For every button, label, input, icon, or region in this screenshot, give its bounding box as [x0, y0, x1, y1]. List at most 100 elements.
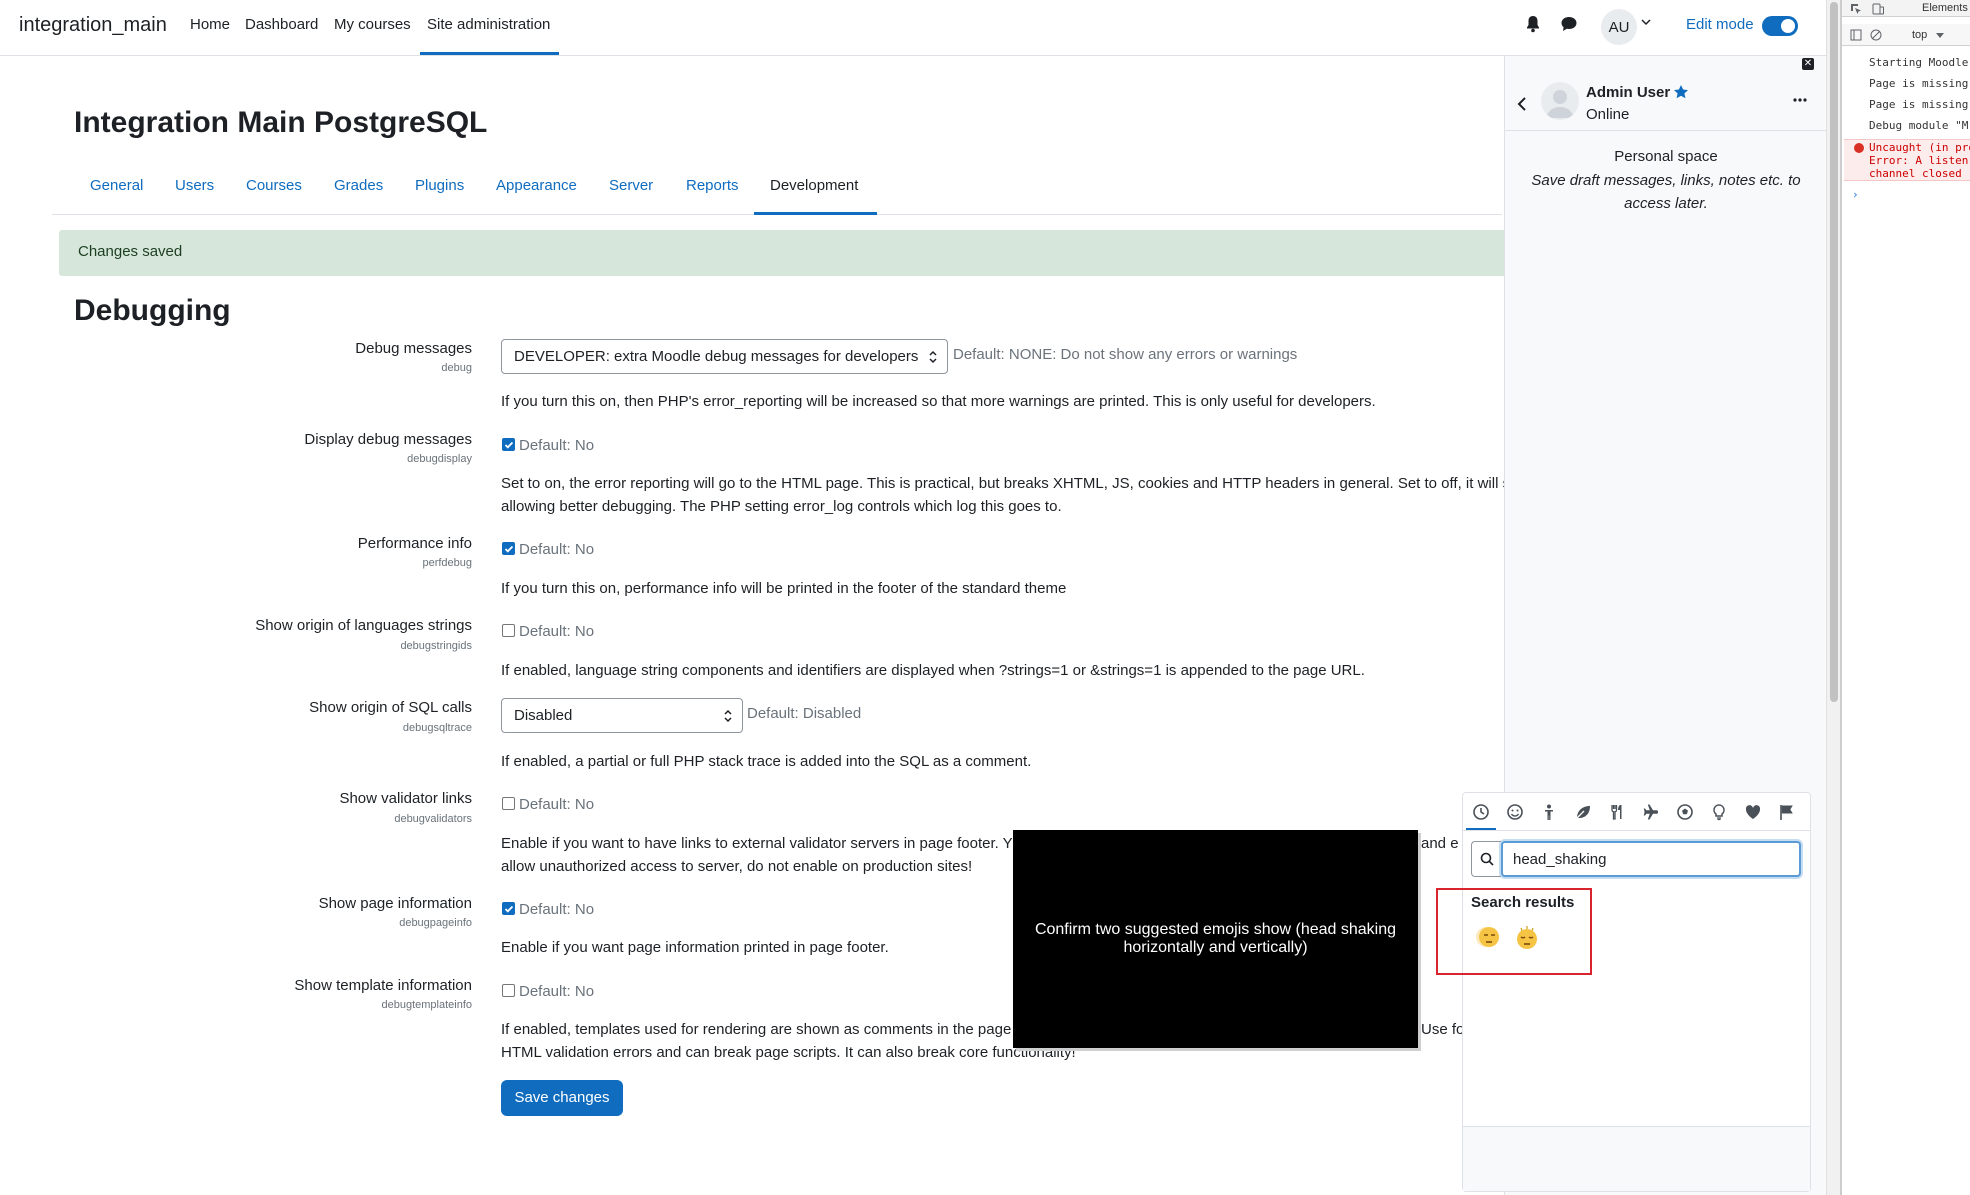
debugsqltrace-select[interactable]: Disabled: [501, 698, 743, 733]
clear-console-icon[interactable]: [1870, 29, 1882, 41]
debugdisplay-checkbox[interactable]: [502, 438, 515, 451]
console-log-line: Page is missing: [1869, 98, 1969, 111]
setting-desc-debug: If you turn this on, then PHP's error_re…: [501, 393, 1376, 410]
setting-default-debug: Default: NONE: Do not show any errors or…: [953, 346, 1298, 363]
highlight-box: [1436, 888, 1592, 975]
inspect-icon[interactable]: [1850, 3, 1862, 15]
debugpageinfo-checkbox[interactable]: [502, 902, 515, 915]
edit-mode-label[interactable]: Edit mode: [1686, 16, 1754, 33]
tab-courses[interactable]: Courses: [246, 170, 302, 214]
sidebar-toggle-icon[interactable]: [1850, 29, 1862, 41]
devtools-tab-elements[interactable]: Elements: [1922, 2, 1968, 14]
tab-server[interactable]: Server: [609, 170, 653, 214]
setting-default-debugpageinfo: Default: No: [519, 901, 595, 918]
tab-development[interactable]: Development: [770, 170, 858, 214]
page-title: Integration Main PostgreSQL: [74, 106, 488, 139]
personal-space-description: Save draft messages, links, notes etc. t…: [1531, 172, 1801, 212]
messages-chat-icon[interactable]: [1560, 15, 1578, 33]
notifications-bell-icon[interactable]: [1525, 15, 1541, 33]
debug-messages-select[interactable]: DEVELOPER: extra Moodle debug messages f…: [501, 339, 948, 374]
setting-label-debugsqltrace: Show origin of SQL calls: [309, 699, 472, 716]
context-caret-icon[interactable]: [1936, 33, 1944, 39]
console-error: Uncaught (in pro Error: A listen channel…: [1844, 139, 1970, 181]
nav-active-indicator: [420, 52, 559, 55]
console-error-line: Uncaught (in pro: [1869, 141, 1970, 154]
setting-key-debugvalidators: debugvalidators: [394, 813, 472, 825]
user-menu-chevron-down-icon[interactable]: [1641, 18, 1651, 26]
nav-dashboard[interactable]: Dashboard: [245, 16, 318, 33]
back-chevron-icon[interactable]: [1517, 96, 1527, 112]
setting-label-debugvalidators: Show validator links: [339, 790, 472, 807]
site-brand[interactable]: integration_main: [19, 14, 167, 37]
setting-default-debugstringids: Default: No: [519, 623, 595, 640]
top-navbar: integration_main Home Dashboard My cours…: [0, 0, 1840, 56]
smiley-icon[interactable]: [1506, 803, 1524, 821]
console-error-line: Error: A listen: [1869, 154, 1969, 167]
setting-label-debugdisplay: Display debug messages: [304, 431, 472, 448]
device-toggle-icon[interactable]: [1872, 3, 1884, 15]
drawer-close-icon[interactable]: ✕: [1802, 58, 1814, 70]
console-prompt-icon[interactable]: ›: [1852, 188, 1859, 201]
personal-space-title: Personal space: [1614, 148, 1718, 165]
setting-key-debug: debug: [441, 362, 472, 374]
tab-plugins[interactable]: Plugins: [415, 170, 464, 214]
conversation-name: Admin User: [1586, 84, 1671, 101]
activity-icon[interactable]: [1676, 803, 1694, 821]
debugvalidators-checkbox[interactable]: [502, 797, 515, 810]
setting-key-debugsqltrace: debugsqltrace: [402, 722, 472, 734]
tab-users[interactable]: Users: [175, 170, 214, 214]
setting-desc-debugvalidators-line1: Enable if you want to have links to exte…: [501, 835, 1013, 852]
emoji-search-input[interactable]: [1501, 841, 1801, 877]
page-scrollbar[interactable]: [1826, 0, 1840, 1195]
tab-grades[interactable]: Grades: [334, 170, 383, 214]
setting-default-debugvalidators: Default: No: [519, 796, 595, 813]
flags-icon[interactable]: [1778, 803, 1796, 821]
perfdebug-checkbox[interactable]: [502, 542, 515, 555]
more-options-icon[interactable]: [1793, 98, 1807, 102]
recent-icon[interactable]: [1472, 803, 1490, 821]
setting-desc-debugdisplay-line1: Set to on, the error reporting will go t…: [501, 475, 1511, 492]
context-selector[interactable]: top: [1912, 29, 1927, 41]
edit-mode-toggle[interactable]: [1762, 16, 1798, 36]
save-changes-button[interactable]: Save changes: [501, 1080, 623, 1116]
setting-default-debugsqltrace: Default: Disabled: [747, 705, 862, 722]
error-icon: [1854, 143, 1864, 153]
section-title: Debugging: [74, 294, 231, 327]
conversation-avatar: [1541, 82, 1579, 120]
browser-viewport: integration_main Home Dashboard My cours…: [0, 0, 1840, 1195]
setting-key-debugdisplay: debugdisplay: [407, 453, 472, 465]
emoji-picker: Search results: [1462, 792, 1811, 1192]
admin-tabs: General Users Courses Grades Plugins App…: [52, 170, 1502, 215]
star-icon: [1673, 84, 1689, 100]
setting-default-perfdebug: Default: No: [519, 541, 595, 558]
search-icon: [1480, 852, 1494, 866]
tab-reports[interactable]: Reports: [686, 170, 739, 214]
setting-key-perfdebug: perfdebug: [422, 557, 472, 569]
instruction-text: Confirm two suggested emojis show (head …: [1034, 921, 1397, 956]
setting-key-debugtemplateinfo: debugtemplateinfo: [381, 999, 472, 1011]
select-updown-icon: [724, 709, 732, 723]
user-avatar[interactable]: AU: [1601, 9, 1637, 45]
setting-key-debugstringids: debugstringids: [400, 640, 472, 652]
setting-desc-debugstringids: If enabled, language string components a…: [501, 662, 1365, 679]
nav-my-courses[interactable]: My courses: [334, 16, 411, 33]
setting-desc-debugvalidators-tail: and e: [1421, 835, 1459, 852]
tab-general[interactable]: General: [90, 170, 143, 214]
nav-home[interactable]: Home: [190, 16, 230, 33]
setting-label-debugstringids: Show origin of languages strings: [255, 617, 472, 634]
person-icon[interactable]: [1540, 803, 1558, 821]
debugtemplateinfo-checkbox[interactable]: [502, 984, 515, 997]
debugstringids-checkbox[interactable]: [502, 624, 515, 637]
scrollbar-thumb[interactable]: [1830, 2, 1838, 702]
tab-appearance[interactable]: Appearance: [496, 170, 577, 214]
food-icon[interactable]: [1608, 803, 1626, 821]
console-toolbar: top: [1842, 24, 1970, 46]
drawer-header: Admin User Online: [1505, 76, 1827, 131]
travel-icon[interactable]: [1642, 803, 1660, 821]
objects-icon[interactable]: [1710, 803, 1728, 821]
devtools-tabbar: Elements: [1842, 0, 1970, 17]
nature-icon[interactable]: [1574, 803, 1592, 821]
setting-label-debugpageinfo: Show page information: [318, 895, 472, 912]
symbols-icon[interactable]: [1744, 803, 1762, 821]
nav-site-administration[interactable]: Site administration: [427, 16, 550, 33]
